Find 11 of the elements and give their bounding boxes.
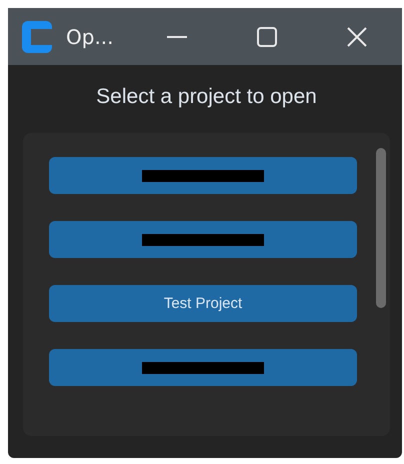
scrollbar-thumb[interactable] bbox=[376, 148, 386, 308]
project-button[interactable]: Test Project bbox=[49, 285, 357, 322]
project-button[interactable] bbox=[49, 221, 357, 258]
dialog-heading: Select a project to open bbox=[95, 85, 318, 109]
project-button[interactable] bbox=[49, 157, 357, 194]
minimize-icon bbox=[167, 36, 187, 38]
maximize-icon bbox=[256, 26, 278, 48]
close-icon bbox=[346, 26, 368, 48]
app-logo-icon bbox=[22, 20, 52, 52]
window-title: Op... bbox=[66, 24, 115, 48]
project-button[interactable] bbox=[49, 349, 357, 386]
